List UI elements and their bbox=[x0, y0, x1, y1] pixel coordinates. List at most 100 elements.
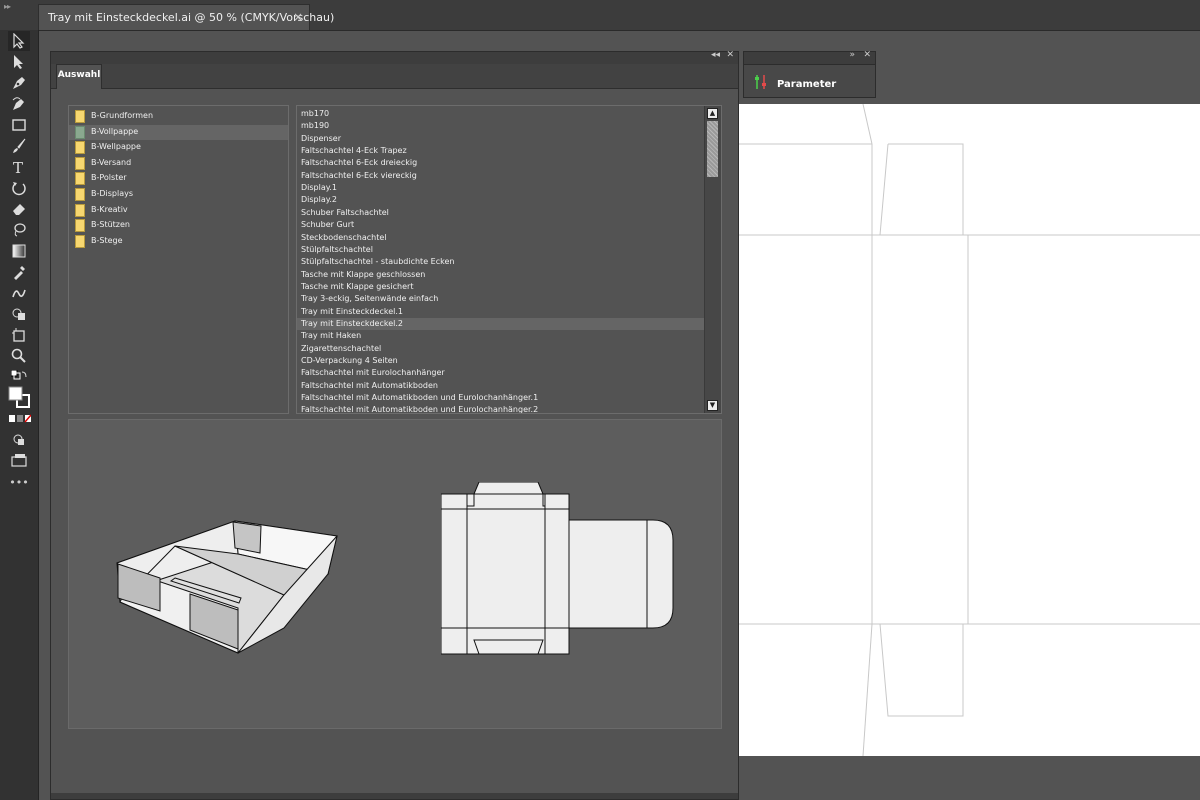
blend-tool-icon[interactable] bbox=[8, 283, 30, 303]
rotate-tool-icon[interactable] bbox=[8, 178, 30, 198]
template-list-item[interactable]: mb190 bbox=[297, 120, 705, 132]
collapse-parameter-panel-button[interactable]: » bbox=[849, 50, 855, 60]
category-label: B-Vollpappe bbox=[91, 126, 139, 136]
category-label: B-Polster bbox=[91, 173, 127, 183]
artboard-tool-icon[interactable] bbox=[8, 325, 30, 345]
category-label: B-Stege bbox=[91, 235, 123, 245]
category-list: B-Grundformen B-Vollpappe B-Wellpappe B-Ver… bbox=[68, 105, 289, 414]
parameter-sliders-icon[interactable] bbox=[753, 74, 769, 90]
selection-tool-icon[interactable] bbox=[8, 31, 30, 51]
scroll-up-button[interactable]: ▲ bbox=[707, 108, 718, 119]
template-list-item[interactable]: Steckbodenschachtel bbox=[297, 232, 705, 244]
curvature-tool-icon[interactable] bbox=[8, 94, 30, 114]
template-list-item[interactable]: Faltschachtel mit Eurolochanhänger bbox=[297, 367, 705, 379]
template-preview bbox=[68, 419, 722, 729]
template-list-item[interactable]: Tray 3-eckig, Seitenwände einfach bbox=[297, 293, 705, 305]
gradient-tool-icon[interactable] bbox=[8, 241, 30, 261]
selection-panel: ◂◂ ✕ Auswahl B-Grundformen B-Vollpappe B-W… bbox=[50, 50, 739, 800]
tray-3d-preview bbox=[116, 520, 338, 654]
dieline-drawing bbox=[738, 104, 1200, 756]
category-label: B-Kreativ bbox=[91, 204, 128, 214]
fill-stroke-swatches[interactable] bbox=[8, 386, 30, 412]
close-parameter-panel-button[interactable]: ✕ bbox=[863, 50, 871, 60]
folder-icon bbox=[75, 141, 85, 155]
category-item[interactable]: B-Kreativ bbox=[69, 203, 288, 218]
zoom-tool-icon[interactable] bbox=[8, 346, 30, 366]
category-item[interactable]: B-Versand bbox=[69, 156, 288, 171]
category-item[interactable]: B-Vollpappe bbox=[69, 124, 288, 140]
category-label: B-Stützen bbox=[91, 220, 130, 230]
template-list-item[interactable]: Faltschachtel 4-Eck Trapez bbox=[297, 145, 705, 157]
category-label: B-Versand bbox=[91, 157, 132, 167]
folder-icon bbox=[75, 125, 85, 139]
close-panel-button[interactable]: ✕ bbox=[726, 50, 734, 60]
template-list-item[interactable]: Stülpfaltschachtel - staubdichte Ecken bbox=[297, 256, 705, 268]
direct-selection-tool-icon[interactable] bbox=[8, 52, 30, 72]
template-list-scrollbar[interactable]: ▲ ▼ bbox=[704, 106, 721, 413]
template-list-item[interactable]: Display.2 bbox=[297, 194, 705, 206]
eraser-tool-icon[interactable] bbox=[8, 199, 30, 219]
template-list-item[interactable]: Tray mit Einsteckdeckel.1 bbox=[297, 306, 705, 318]
template-list-item[interactable]: Tray mit Haken bbox=[297, 330, 705, 342]
pen-tool-icon[interactable] bbox=[8, 73, 30, 93]
folder-icon bbox=[75, 219, 85, 233]
template-list-item[interactable]: Faltschachtel 6-Eck viereckig bbox=[297, 170, 705, 182]
folder-icon bbox=[75, 234, 85, 248]
document-tab[interactable]: Tray mit Einsteckdeckel.ai @ 50 % (CMYK/… bbox=[38, 4, 334, 30]
template-list-item[interactable]: Display.1 bbox=[297, 182, 705, 194]
template-list-item[interactable]: Tasche mit Klappe geschlossen bbox=[297, 269, 705, 281]
template-list-item[interactable]: Tasche mit Klappe gesichert bbox=[297, 281, 705, 293]
shape-builder-tool-icon[interactable] bbox=[8, 304, 30, 324]
panel-grip-icon[interactable]: ▸▸ bbox=[4, 2, 11, 11]
lasso-tool-icon[interactable] bbox=[8, 220, 30, 240]
template-list-item[interactable]: Faltschachtel mit Automatikboden und Eur… bbox=[297, 404, 705, 413]
category-item[interactable]: B-Grundformen bbox=[69, 109, 288, 124]
tools-panel: T ••• bbox=[0, 30, 39, 800]
template-list: Faltschachtel mit Automatikboden und Eur… bbox=[296, 105, 722, 414]
parameter-panel-label: Parameter bbox=[777, 79, 837, 90]
svg-text:T: T bbox=[13, 159, 23, 175]
category-item[interactable]: B-Stege bbox=[69, 234, 288, 249]
draw-mode-icon[interactable] bbox=[8, 430, 30, 450]
template-list-item[interactable]: Zigarettenschachtel bbox=[297, 343, 705, 355]
template-list-item[interactable]: mb170 bbox=[297, 108, 705, 120]
screen-mode-icon[interactable] bbox=[8, 450, 30, 470]
tray-dieline-preview bbox=[441, 482, 674, 655]
template-list-item[interactable]: Schuber Gurt bbox=[297, 219, 705, 231]
template-list-item[interactable]: Dispenser bbox=[297, 133, 705, 145]
close-document-button[interactable]: × bbox=[293, 10, 303, 24]
template-list-item[interactable]: Faltschachtel mit Automatikboden bbox=[297, 380, 705, 392]
folder-icon bbox=[75, 172, 85, 186]
category-item[interactable]: B-Polster bbox=[69, 171, 288, 186]
document-tab-title: Tray mit Einsteckdeckel.ai @ 50 % (CMYK/… bbox=[48, 11, 335, 24]
document-tab-bar: ▸▸ Tray mit Einsteckdeckel.ai @ 50 % (CM… bbox=[0, 0, 1200, 31]
folder-icon bbox=[75, 188, 85, 201]
template-list-item[interactable]: Faltschachtel 6-Eck dreieckig bbox=[297, 157, 705, 169]
template-list-item[interactable]: Tray mit Einsteckdeckel.2 bbox=[297, 317, 705, 330]
color-mode-icon[interactable] bbox=[8, 414, 31, 426]
more-tools-icon[interactable]: ••• bbox=[8, 476, 30, 496]
category-item[interactable]: B-Displays bbox=[69, 187, 288, 202]
tab-auswahl[interactable]: Auswahl bbox=[56, 64, 102, 89]
category-label: B-Displays bbox=[91, 189, 134, 198]
panel-resize-grip[interactable] bbox=[51, 793, 738, 799]
scroll-down-button[interactable]: ▼ bbox=[707, 400, 718, 411]
template-list-item[interactable]: CD-Verpackung 4 Seiten bbox=[297, 355, 705, 367]
category-item[interactable]: B-Stützen bbox=[69, 218, 288, 233]
folder-icon bbox=[75, 203, 85, 217]
category-label: B-Wellpappe bbox=[91, 142, 141, 152]
template-list-item[interactable]: Faltschachtel mit Automatikboden und Eur… bbox=[297, 392, 705, 404]
default-colors-icon[interactable] bbox=[8, 368, 30, 388]
rectangle-tool-icon[interactable] bbox=[8, 115, 30, 135]
eyedropper-tool-icon[interactable] bbox=[8, 262, 30, 282]
collapse-panel-button[interactable]: ◂◂ bbox=[711, 50, 720, 60]
artboard[interactable] bbox=[738, 104, 1200, 756]
template-list-item[interactable]: Schuber Faltschachtel bbox=[297, 207, 705, 219]
panel-tab-row: Auswahl bbox=[51, 64, 738, 89]
paintbrush-tool-icon[interactable] bbox=[8, 136, 30, 156]
category-item[interactable]: B-Wellpappe bbox=[69, 140, 288, 155]
type-tool-icon[interactable]: T bbox=[8, 157, 30, 177]
template-list-item[interactable]: Stülpfaltschachtel bbox=[297, 244, 705, 256]
scrollbar-thumb[interactable] bbox=[707, 121, 718, 177]
parameter-panel: » ✕ Parameter bbox=[743, 50, 876, 98]
